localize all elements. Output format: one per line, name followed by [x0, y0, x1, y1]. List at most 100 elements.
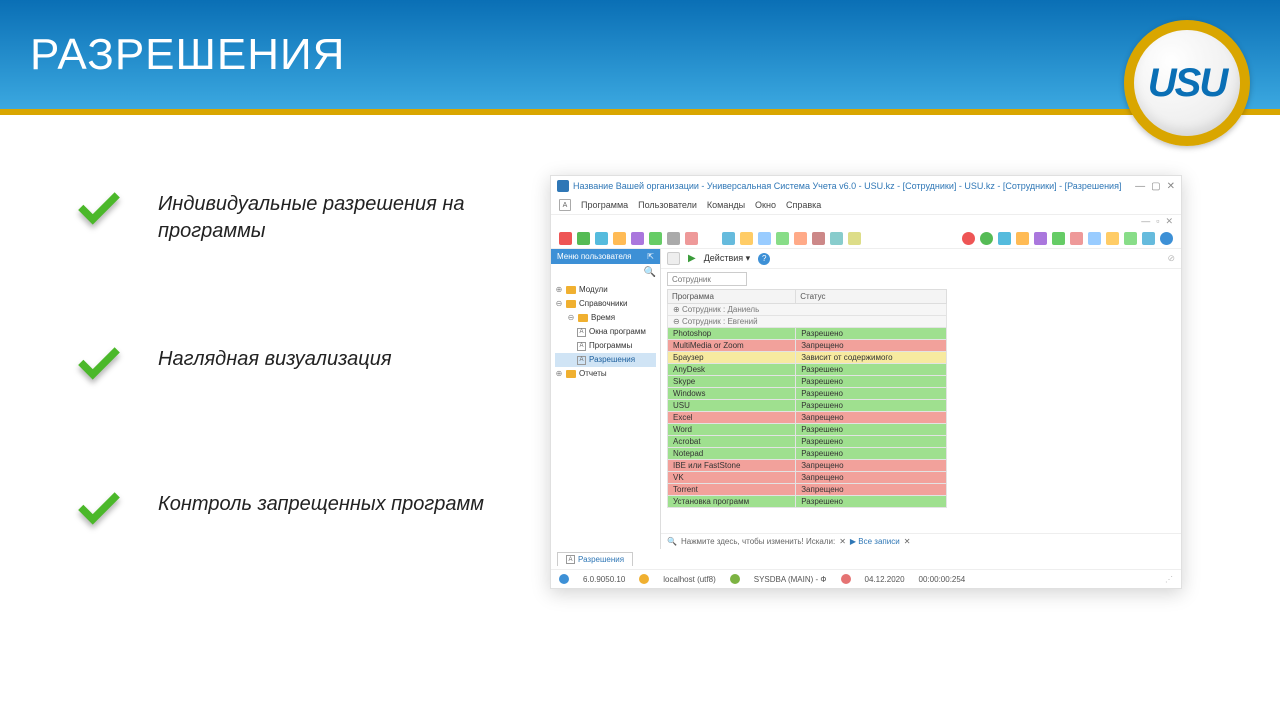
check-icon	[70, 485, 128, 535]
grid-search-bar[interactable]: 🔍 Нажмите здесь, чтобы изменить! Искали:…	[661, 533, 1181, 549]
toolbar-icon[interactable]	[577, 232, 590, 245]
toolbar-icon[interactable]	[980, 232, 993, 245]
app-window: Название Вашей организации - Универсальн…	[550, 175, 1182, 589]
table-row[interactable]: Установка программРазрешено	[668, 496, 947, 508]
table-row[interactable]: WordРазрешено	[668, 424, 947, 436]
status-version: 6.0.9050.10	[583, 575, 625, 584]
titlebar: Название Вашей организации - Универсальн…	[551, 176, 1181, 196]
toolbar-icon[interactable]	[776, 232, 789, 245]
usu-logo: USU	[1124, 20, 1250, 146]
bullet-text: Наглядная визуализация	[158, 340, 392, 373]
table-row[interactable]: AnyDeskРазрешено	[668, 364, 947, 376]
toolbar-icon[interactable]	[722, 232, 735, 245]
app-icon	[557, 180, 569, 192]
table-row[interactable]: PhotoshopРазрешено	[668, 328, 947, 340]
maximize-button[interactable]: ▢	[1151, 181, 1160, 192]
toolbar-icon[interactable]	[1142, 232, 1155, 245]
toolbar-icon[interactable]	[631, 232, 644, 245]
clear-icon[interactable]: ✕	[904, 537, 911, 546]
toolbar-icon[interactable]	[1088, 232, 1101, 245]
sidebar-search[interactable]: 🔍	[551, 264, 660, 281]
sub-minimize-button[interactable]: —	[1141, 216, 1150, 227]
tree-item-windows[interactable]: AОкна программ	[555, 325, 656, 339]
table-row[interactable]: USUРазрешено	[668, 400, 947, 412]
toolbar-icon[interactable]	[830, 232, 843, 245]
permissions-grid[interactable]: Программа Статус ⊕ Сотрудник : Даниель ⊖…	[661, 289, 1181, 533]
menu-program[interactable]: Программа	[581, 200, 628, 210]
folder-icon	[566, 300, 576, 308]
file-icon: A	[577, 356, 586, 365]
table-row[interactable]: MultiMedia or ZoomЗапрещено	[668, 340, 947, 352]
toolbar-icon[interactable]	[740, 232, 753, 245]
check-icon	[70, 185, 128, 235]
bullet-text: Контроль запрещенных программ	[158, 485, 484, 518]
col-program[interactable]: Программа	[668, 290, 796, 304]
server-icon	[639, 574, 649, 584]
tree-item-time[interactable]: ⊖Время	[555, 311, 656, 325]
table-row[interactable]: AcrobatРазрешено	[668, 436, 947, 448]
sub-restore-button[interactable]: ▫	[1156, 216, 1159, 227]
tree-item-modules[interactable]: ⊕Модули	[555, 283, 656, 297]
group-row[interactable]: ⊖ Сотрудник : Евгений	[668, 316, 947, 328]
collapse-icon[interactable]: ⊘	[1167, 253, 1175, 264]
toolbar-icon[interactable]	[1124, 232, 1137, 245]
menu-users[interactable]: Пользователи	[638, 200, 697, 210]
toolbar-icon[interactable]	[613, 232, 626, 245]
tree-item-reports[interactable]: ⊕Отчеты	[555, 367, 656, 381]
file-icon: A	[577, 342, 586, 351]
clear-icon[interactable]: ✕	[839, 537, 846, 546]
toolbar-icon[interactable]	[758, 232, 771, 245]
status-date: 04.12.2020	[865, 575, 905, 584]
toolbar-icon[interactable]	[1106, 232, 1119, 245]
bullet-list: Индивидуальные разрешения на программы Н…	[70, 175, 490, 589]
pin-icon[interactable]: ⇱	[647, 252, 654, 261]
main-pane: ▶ Действия ▾ ? ⊘ Программа Статус	[661, 249, 1181, 549]
minimize-button[interactable]: —	[1135, 181, 1145, 192]
actions-dropdown[interactable]: Действия ▾	[704, 253, 750, 264]
toolbar-icon[interactable]	[1034, 232, 1047, 245]
toolbar-icon[interactable]	[559, 232, 572, 245]
table-row[interactable]: VKЗапрещено	[668, 472, 947, 484]
menu-commands[interactable]: Команды	[707, 200, 745, 210]
menu-window[interactable]: Окно	[755, 200, 776, 210]
play-icon: ▶	[688, 253, 696, 264]
toolbar-icon[interactable]	[848, 232, 861, 245]
table-row[interactable]: NotepadРазрешено	[668, 448, 947, 460]
toolbar-icon[interactable]	[649, 232, 662, 245]
toolbar-icon[interactable]	[1052, 232, 1065, 245]
toolbar-icon[interactable]	[667, 252, 680, 265]
bullet-text: Индивидуальные разрешения на программы	[158, 185, 490, 245]
help-icon[interactable]: ?	[758, 253, 770, 265]
col-status[interactable]: Статус	[796, 290, 947, 304]
tree-item-refs[interactable]: ⊖Справочники	[555, 297, 656, 311]
status-bar: 6.0.9050.10 localhost (utf8) SYSDBA (MAI…	[551, 569, 1181, 588]
table-row[interactable]: TorrentЗапрещено	[668, 484, 947, 496]
table-row[interactable]: SkypeРазрешено	[668, 376, 947, 388]
menu-help[interactable]: Справка	[786, 200, 821, 210]
toolbar-icon[interactable]	[1016, 232, 1029, 245]
tab-permissions[interactable]: AРазрешения	[557, 552, 633, 566]
folder-icon	[566, 370, 576, 378]
toolbar-icon[interactable]	[685, 232, 698, 245]
tree-item-programs[interactable]: AПрограммы	[555, 339, 656, 353]
info-icon[interactable]	[1160, 232, 1173, 245]
toolbar-icon[interactable]	[794, 232, 807, 245]
table-row[interactable]: БраузерЗависит от содержимого	[668, 352, 947, 364]
group-row[interactable]: ⊕ Сотрудник : Даниель	[668, 304, 947, 316]
toolbar-icon[interactable]	[1070, 232, 1083, 245]
close-button[interactable]: ✕	[1167, 181, 1175, 192]
employee-filter[interactable]	[667, 272, 747, 286]
sub-close-button[interactable]: ✕	[1165, 216, 1173, 227]
user-icon	[730, 574, 740, 584]
slide-title: РАЗРЕШЕНИЯ	[30, 30, 345, 80]
table-row[interactable]: IBE или FastStoneЗапрещено	[668, 460, 947, 472]
toolbar-icon[interactable]	[595, 232, 608, 245]
table-row[interactable]: WindowsРазрешено	[668, 388, 947, 400]
table-row[interactable]: ExcelЗапрещено	[668, 412, 947, 424]
toolbar-icon[interactable]	[667, 232, 680, 245]
toolbar-icon[interactable]	[998, 232, 1011, 245]
app-menu-icon[interactable]: A	[559, 199, 571, 211]
toolbar-icon[interactable]	[962, 232, 975, 245]
tree-item-permissions[interactable]: AРазрешения	[555, 353, 656, 367]
toolbar-icon[interactable]	[812, 232, 825, 245]
